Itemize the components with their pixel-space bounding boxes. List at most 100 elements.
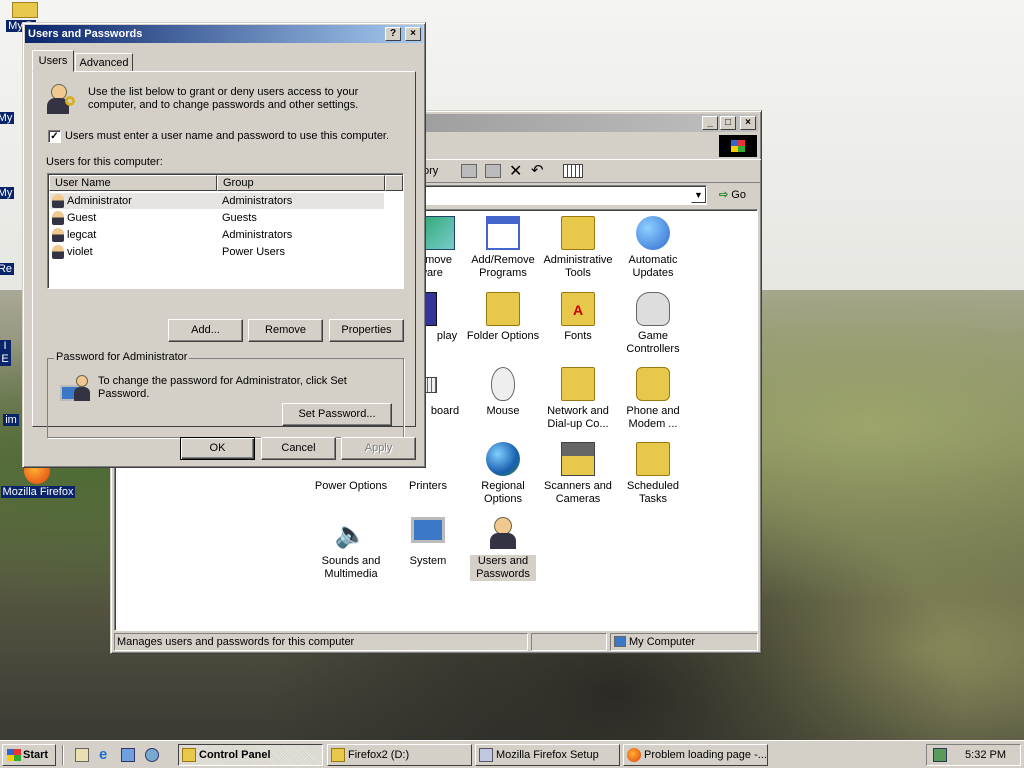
add-user-button[interactable]: Add... — [168, 319, 243, 342]
show-desktop-icon[interactable] — [75, 748, 89, 762]
taskbar-item-problem-loading-page[interactable]: Problem loading page -... — [623, 744, 768, 766]
cp-icon-add-remove-programs[interactable]: Add/Remove Programs — [463, 216, 543, 280]
windows-media-icon[interactable] — [145, 748, 159, 762]
cp-icon-scheduled-tasks[interactable]: Scheduled Tasks — [613, 442, 693, 506]
users-keys-icon — [45, 84, 77, 116]
require-login-checkbox[interactable]: ✓ — [48, 130, 61, 143]
ok-button[interactable]: OK — [180, 437, 255, 460]
outlook-express-icon[interactable] — [121, 748, 135, 762]
users-passwords-dialog: Users and Passwords ? × Users Advanced U… — [22, 22, 426, 468]
tab-users[interactable]: Users — [32, 50, 74, 72]
apply-button[interactable]: Apply — [341, 437, 416, 460]
tab-panel: Use the list below to grant or deny user… — [32, 71, 416, 438]
cp-icon-sounds-multimedia[interactable]: 🔈 Sounds and Multimedia — [314, 517, 388, 581]
cp-icon-label: Add/Remove Programs — [471, 254, 535, 279]
cp-icon-regional-options[interactable]: Regional Options — [463, 442, 543, 506]
tab-advanced[interactable]: Advanced — [75, 53, 133, 72]
column-header-user-name[interactable]: User Name — [49, 175, 217, 191]
go-button[interactable]: ⇨ Go — [715, 185, 753, 205]
close-button[interactable]: × — [740, 116, 756, 130]
desktop-icon-label: Re — [0, 263, 15, 275]
address-dropdown-button[interactable]: ▼ — [691, 187, 706, 203]
speaker-icon: 🔈 — [334, 519, 368, 549]
views-icon[interactable] — [563, 164, 583, 178]
users-list-label: Users for this computer: — [46, 156, 163, 168]
start-button[interactable]: Start — [2, 744, 56, 766]
group-cell: Administrators — [222, 195, 293, 207]
taskbar: Start e Control Panel Firefox2 (D:) Mozi… — [0, 740, 1024, 768]
network-tray-icon[interactable] — [933, 748, 947, 762]
table-row[interactable]: legcat Administrators — [50, 227, 384, 243]
cp-icon-label: Network and Dial-up Co... — [547, 405, 609, 430]
cp-icon-scanners-cameras[interactable]: Scanners and Cameras — [538, 442, 618, 506]
phone-icon — [636, 367, 670, 401]
properties-button[interactable]: Properties — [329, 319, 404, 342]
remove-user-button[interactable]: Remove — [248, 319, 323, 342]
key-icon — [65, 96, 75, 106]
table-row[interactable]: violet Power Users — [50, 244, 384, 260]
cancel-button[interactable]: Cancel — [261, 437, 336, 460]
cp-icon-label: Fonts — [564, 330, 592, 342]
cp-icon-phone-modem[interactable]: Phone and Modem ... — [613, 367, 693, 431]
cp-icon-label: Automatic Updates — [628, 254, 678, 279]
globe-icon — [486, 442, 520, 476]
desktop-icon-label: im — [3, 414, 19, 426]
cp-icon-fonts[interactable]: A Fonts — [538, 292, 618, 343]
cp-icon-label: Folder Options — [466, 330, 540, 342]
desktop-icon-label: My — [0, 187, 15, 199]
copy-to-icon[interactable] — [485, 164, 501, 178]
system-tray: 5:32 PM — [926, 744, 1021, 766]
clock[interactable]: 5:32 PM — [965, 749, 1006, 761]
go-label: Go — [731, 189, 746, 201]
delete-icon[interactable]: ✕ — [509, 161, 522, 181]
computer-icon — [411, 517, 445, 543]
user-icon — [52, 228, 64, 242]
undo-icon[interactable]: ↶ — [531, 161, 544, 179]
column-header-group[interactable]: Group — [217, 175, 385, 191]
close-button[interactable]: × — [405, 27, 421, 41]
internet-explorer-icon[interactable]: e — [99, 747, 107, 763]
dialog-titlebar[interactable]: Users and Passwords ? × — [25, 25, 423, 43]
setup-icon — [479, 748, 493, 762]
taskbar-item-label: Firefox2 (D:) — [348, 749, 410, 761]
taskbar-item-firefox2-drive[interactable]: Firefox2 (D:) — [327, 744, 472, 766]
status-zone-label: My Computer — [629, 636, 696, 648]
set-password-button[interactable]: Set Password... — [282, 403, 392, 426]
password-text: To change the password for Administrator… — [98, 375, 347, 400]
user-name-cell: Administrator — [67, 195, 132, 207]
cp-icon-game-controllers[interactable]: Game Controllers — [613, 292, 693, 356]
taskbar-item-firefox-setup[interactable]: Mozilla Firefox Setup — [475, 744, 620, 766]
user-icon — [52, 245, 64, 259]
cp-icon-network-dialup[interactable]: Network and Dial-up Co... — [538, 367, 618, 431]
cp-icon-administrative-tools[interactable]: Administrative Tools — [538, 216, 618, 280]
cp-icon-automatic-updates[interactable]: Automatic Updates — [613, 216, 693, 280]
go-arrow-icon: ⇨ — [719, 189, 729, 201]
cp-icon-mouse[interactable]: Mouse — [463, 367, 543, 418]
cp-icon-folder-options[interactable]: Folder Options — [463, 292, 543, 343]
windows-flag-icon — [7, 749, 21, 761]
folder-icon — [12, 2, 38, 18]
mouse-icon — [491, 367, 515, 401]
cp-icon-users-passwords[interactable]: Users and Passwords — [470, 517, 536, 581]
move-to-icon[interactable] — [461, 164, 477, 178]
status-middle-pane — [531, 633, 607, 651]
folder-icon — [331, 748, 345, 762]
my-computer-icon — [614, 636, 626, 647]
cp-icon-system[interactable]: System — [388, 517, 468, 568]
fonts-folder-icon: A — [561, 292, 595, 326]
cp-icon-label: Users and Passwords — [470, 555, 536, 581]
table-row[interactable]: Administrator Administrators — [50, 193, 384, 209]
control-panel-icon — [182, 748, 196, 762]
desktop-icon-label: My — [0, 112, 15, 124]
require-login-label[interactable]: Users must enter a user name and passwor… — [65, 130, 389, 142]
help-button[interactable]: ? — [385, 27, 401, 41]
table-row[interactable]: Guest Guests — [50, 210, 384, 226]
minimize-button[interactable]: _ — [702, 116, 718, 130]
taskbar-item-label: Control Panel — [199, 749, 271, 761]
taskbar-item-label: Problem loading page -... — [644, 749, 767, 761]
user-icon — [52, 194, 64, 208]
taskbar-item-control-panel[interactable]: Control Panel — [178, 744, 323, 766]
calendar-folder-icon — [636, 442, 670, 476]
maximize-button[interactable]: □ — [720, 116, 736, 130]
user-name-cell: violet — [67, 246, 93, 258]
